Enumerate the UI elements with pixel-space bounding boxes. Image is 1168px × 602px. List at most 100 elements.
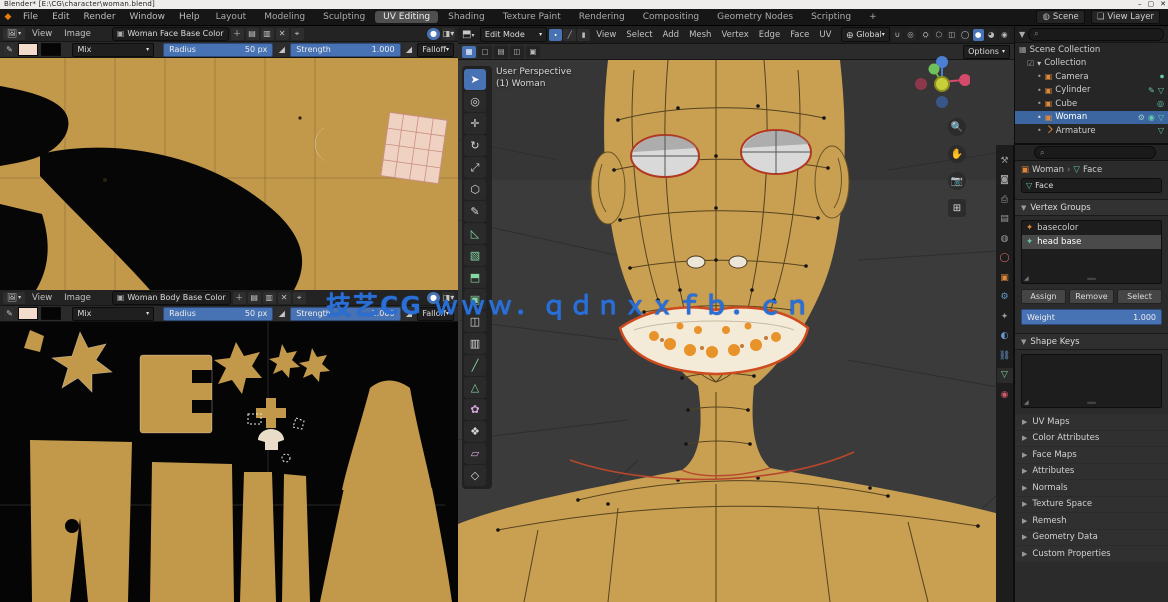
weight-slider[interactable]: Weight 1.000 — [1021, 309, 1162, 325]
breadcrumb-object[interactable]: Woman — [1032, 165, 1064, 175]
panel-custom-properties[interactable]: ▶Custom Properties — [1015, 546, 1168, 562]
menu-face[interactable]: Face — [786, 30, 813, 40]
tab-constraints[interactable]: ⛓ — [997, 348, 1013, 363]
assign-button[interactable]: Assign — [1021, 289, 1066, 304]
workspace-tab-rendering[interactable]: Rendering — [571, 11, 633, 23]
modifier-icon[interactable]: ✎ — [1148, 86, 1155, 95]
workspace-tab-compositing[interactable]: Compositing — [635, 11, 707, 23]
workspace-tab-modeling[interactable]: Modeling — [256, 11, 313, 23]
image-browse-icon[interactable]: ▣ — [117, 293, 125, 302]
tool-select-box[interactable]: ➤ — [464, 69, 486, 90]
primary-color-swatch[interactable] — [18, 307, 38, 320]
menu-mesh[interactable]: Mesh — [685, 30, 715, 40]
overlays-icon[interactable]: ⬡ — [933, 29, 944, 41]
outliner-row-camera[interactable]: • ▣ Camera ⏺ — [1015, 70, 1168, 84]
edge-select-button[interactable]: ╱ — [563, 29, 576, 41]
checkbox-icon[interactable]: ☑ — [1027, 59, 1034, 68]
radius-pressure-icon[interactable]: ◢ — [276, 308, 287, 320]
secondary-color-swatch[interactable] — [41, 43, 61, 56]
ortho-toggle-icon[interactable]: ⊞ — [948, 199, 966, 217]
face-select-button[interactable]: ▮ — [577, 29, 590, 41]
tool-scale[interactable]: ⤢ — [464, 157, 486, 178]
strength-pressure-icon[interactable]: ◢ — [404, 44, 415, 56]
vertex-group-item[interactable]: ✦ basecolor — [1022, 221, 1161, 235]
menu-edge[interactable]: Edge — [755, 30, 784, 40]
uv-canvas-face[interactable] — [0, 58, 458, 290]
close-button[interactable]: ✕ — [1160, 1, 1166, 8]
vertex-select-button[interactable]: ∙ — [549, 29, 562, 41]
menu-view[interactable]: View — [592, 30, 620, 40]
panel-uv-maps[interactable]: ▶UV Maps — [1015, 414, 1168, 430]
pin-icon[interactable]: ⌖ — [293, 292, 306, 304]
tool-smooth[interactable]: ❖ — [464, 421, 486, 442]
primary-color-swatch[interactable] — [18, 43, 38, 56]
zoom-icon[interactable]: 🔍 — [948, 118, 966, 136]
add-workspace-button[interactable]: + — [861, 11, 885, 23]
view-layer-selector[interactable]: ❏ View Layer — [1091, 10, 1160, 24]
strength-slider[interactable]: Strength 1.000 — [290, 43, 400, 57]
view-menu[interactable]: View — [27, 293, 57, 303]
list-grip-icon[interactable]: ◢ — [1024, 276, 1029, 282]
outliner-row-cylinder[interactable]: • ▣ Cylinder ✎▽ — [1015, 84, 1168, 98]
tool-option-icon-2[interactable]: ▤ — [494, 46, 508, 58]
tool-option-icon-1[interactable]: ▢ — [478, 46, 492, 58]
list-resize-handle[interactable]: ══ — [1087, 276, 1095, 282]
panel-attributes[interactable]: ▶Attributes — [1015, 464, 1168, 480]
new-image-button[interactable]: ＋ — [233, 292, 246, 304]
pin-icon[interactable]: ⌖ — [291, 28, 304, 40]
tool-transform[interactable]: ⬡ — [464, 179, 486, 200]
menu-uv[interactable]: UV — [815, 30, 835, 40]
outliner-row-armature[interactable]: • 🮥 Armature ▽ — [1015, 124, 1168, 138]
breadcrumb-data[interactable]: Face — [1083, 165, 1102, 175]
tool-annotate[interactable]: ✎ — [464, 201, 486, 222]
open-image-button[interactable]: ▤ — [248, 292, 261, 304]
list-resize-handle[interactable]: ══ — [1087, 400, 1095, 406]
new-image-button[interactable]: ＋ — [231, 28, 244, 40]
menu-edit[interactable]: Edit — [45, 12, 76, 22]
brush-icon[interactable]: ✎ — [4, 44, 15, 56]
outliner-search[interactable]: ⌕ — [1028, 28, 1164, 41]
tab-world[interactable]: ◯ — [997, 251, 1013, 266]
panel-geometry-data[interactable]: ▶Geometry Data — [1015, 530, 1168, 546]
minimize-button[interactable]: – — [1138, 1, 1142, 8]
tool-poly-build[interactable]: △ — [464, 377, 486, 398]
tab-view-layer[interactable]: ▤ — [997, 212, 1013, 227]
shading-solid-icon[interactable]: ● — [973, 29, 984, 41]
maximize-button[interactable]: ▢ — [1148, 1, 1155, 8]
image-datablock[interactable]: ▣ Woman Body Base Color — [112, 291, 231, 305]
options-dropdown[interactable]: Options▾ — [963, 45, 1010, 59]
open-image-button[interactable]: ▤ — [246, 28, 259, 40]
tool-add-cube[interactable]: ▧ — [464, 245, 486, 266]
blend-mode-dropdown[interactable]: Mix▾ — [72, 307, 154, 321]
tool-option-icon-4[interactable]: ▣ — [526, 46, 540, 58]
list-grip-icon[interactable]: ◢ — [1024, 400, 1029, 406]
radius-slider[interactable]: Radius 50 px — [163, 43, 273, 57]
tab-material[interactable]: ◉ — [997, 387, 1013, 402]
tool-measure[interactable]: ◺ — [464, 223, 486, 244]
editor-type-button[interactable]: ⬒▾ — [462, 29, 478, 40]
editor-type-button[interactable]: 🖼▾ — [3, 292, 25, 304]
workspace-tab-shading[interactable]: Shading — [440, 11, 493, 23]
material-icon[interactable]: ◉ — [1148, 113, 1155, 122]
filter-icon[interactable]: ▼ — [1019, 30, 1025, 39]
shading-material-icon[interactable]: ◕ — [986, 29, 997, 41]
tab-object[interactable]: ▣ — [997, 270, 1013, 285]
tool-knife[interactable]: ╱ — [464, 355, 486, 376]
unlink-image-button[interactable]: ✕ — [278, 292, 291, 304]
proportional-edit-icon[interactable]: ◎ — [905, 29, 916, 41]
tab-modifiers[interactable]: ⚙ — [997, 290, 1013, 305]
save-image-button[interactable]: ▥ — [261, 28, 274, 40]
tab-scene[interactable]: ◍ — [997, 231, 1013, 246]
menu-render[interactable]: Render — [77, 12, 123, 22]
workspace-tab-texture-paint[interactable]: Texture Paint — [495, 11, 569, 23]
shading-rendered-icon[interactable]: ◉ — [999, 29, 1010, 41]
blend-mode-dropdown[interactable]: Mix▾ — [72, 43, 154, 57]
tab-render[interactable]: ◙ — [997, 173, 1013, 188]
panel-normals[interactable]: ▶Normals — [1015, 480, 1168, 496]
tool-cursor[interactable]: ◎ — [464, 91, 486, 112]
mesh-data-icon[interactable]: ◎ — [1157, 99, 1164, 108]
secondary-color-swatch[interactable] — [41, 307, 61, 320]
menu-help[interactable]: Help — [172, 12, 207, 22]
workspace-tab-layout[interactable]: Layout — [208, 11, 255, 23]
mesh-datablock[interactable]: ▽ Face — [1021, 178, 1162, 193]
